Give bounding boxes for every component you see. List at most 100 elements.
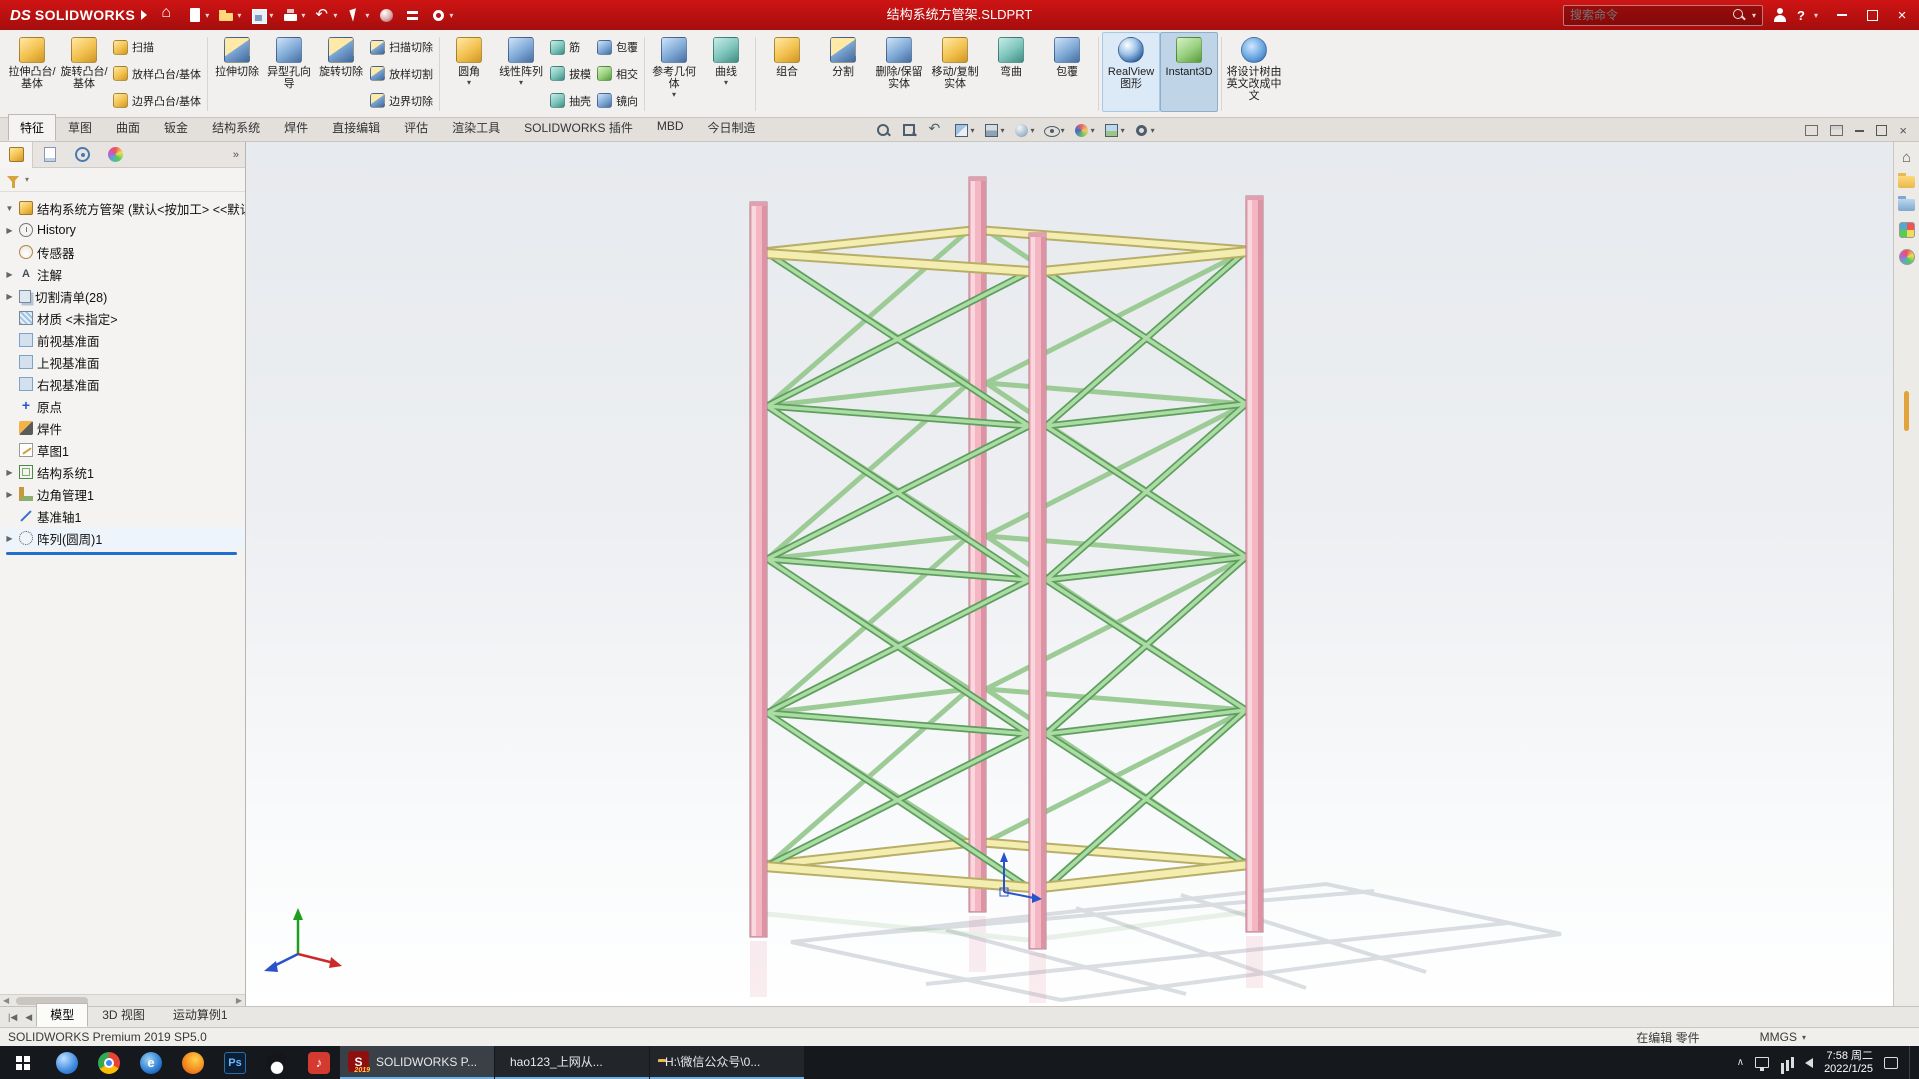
panel-overflow-icon[interactable]: » bbox=[233, 149, 245, 161]
expand-icon[interactable]: ▶ bbox=[4, 292, 15, 301]
ribbon-button[interactable]: 镜向 bbox=[597, 93, 638, 109]
ribbon-button[interactable]: 拔模 bbox=[550, 66, 591, 82]
rollback-bar[interactable] bbox=[6, 552, 237, 555]
network-tray-icon[interactable] bbox=[1780, 1057, 1795, 1068]
save-button[interactable]: ▾ bbox=[247, 3, 276, 27]
units-selector[interactable]: MMGS ▾ bbox=[1760, 1030, 1806, 1044]
ribbon-button[interactable]: 组合 bbox=[759, 32, 815, 112]
commandmanager-tab[interactable]: 今日制造 bbox=[696, 114, 768, 141]
expand-icon[interactable]: ▶ bbox=[4, 490, 15, 499]
view-toolbar-button[interactable] bbox=[899, 122, 921, 139]
start-button[interactable] bbox=[0, 1046, 46, 1079]
volume-tray-icon[interactable] bbox=[1805, 1057, 1814, 1068]
expand-icon[interactable]: ▶ bbox=[4, 270, 15, 279]
view-toolbar-button[interactable]: ▾ bbox=[951, 122, 977, 139]
taskbar-window-button[interactable]: hao123_上网从... bbox=[495, 1046, 649, 1079]
taskpane-scroll-indicator[interactable] bbox=[1904, 391, 1909, 431]
float-window-icon[interactable] bbox=[1805, 125, 1819, 136]
ribbon-button[interactable]: 边界切除 bbox=[370, 93, 433, 109]
user-account-icon[interactable] bbox=[1772, 7, 1788, 23]
ribbon-button[interactable]: 放样凸台/基体 bbox=[113, 66, 201, 82]
ribbon-button[interactable]: 包覆 bbox=[1039, 32, 1095, 112]
menu-expand-icon[interactable] bbox=[141, 10, 148, 20]
commandmanager-tab[interactable]: 焊件 bbox=[272, 114, 320, 141]
tree-item[interactable]: 材质 <未指定> bbox=[2, 307, 245, 329]
commandmanager-tab[interactable]: 特征 bbox=[8, 114, 57, 141]
file-explorer-icon[interactable] bbox=[1898, 196, 1915, 211]
restore-doc-icon[interactable] bbox=[1876, 125, 1887, 136]
ribbon-button[interactable]: 包覆 bbox=[597, 39, 638, 55]
design-library-icon[interactable] bbox=[1898, 173, 1915, 188]
tree-item[interactable]: 焊件 bbox=[2, 417, 245, 439]
taskbar-window-button[interactable]: S 2019 SOLIDWORKS P... bbox=[340, 1046, 494, 1079]
tab-property-manager[interactable] bbox=[33, 142, 66, 168]
taskbar-window-button[interactable]: H:\微信公众号\0... bbox=[650, 1046, 804, 1079]
appearances-scenes-icon[interactable] bbox=[1898, 249, 1915, 265]
chevron-down-icon[interactable]: ▾ bbox=[1061, 126, 1065, 135]
commandmanager-tab[interactable]: 渲染工具 bbox=[440, 114, 512, 141]
tree-item[interactable]: 右视基准面 bbox=[2, 373, 245, 395]
view-palette-icon[interactable] bbox=[1898, 222, 1915, 238]
ribbon-button[interactable]: 拉伸切除 bbox=[211, 32, 263, 112]
taskbar-clock[interactable]: 7:58 周二 2022/1/25 bbox=[1824, 1050, 1873, 1076]
commandmanager-tab[interactable]: 草图 bbox=[56, 114, 104, 141]
taskbar-app-qq[interactable] bbox=[256, 1046, 298, 1079]
tree-item[interactable]: 原点 bbox=[2, 395, 245, 417]
commandmanager-tab[interactable]: 直接编辑 bbox=[320, 114, 392, 141]
ribbon-button[interactable]: 相交 bbox=[597, 66, 638, 82]
ribbon-button[interactable]: RealView图形 bbox=[1102, 32, 1161, 112]
solidworks-resources-icon[interactable]: ⌂ bbox=[1902, 150, 1911, 165]
expand-icon[interactable]: ▼ bbox=[4, 204, 15, 213]
home-button[interactable] bbox=[157, 3, 180, 27]
maximize-button[interactable] bbox=[1857, 0, 1887, 30]
model-3d-view[interactable] bbox=[246, 142, 1893, 1006]
display-tray-icon[interactable] bbox=[1755, 1057, 1770, 1071]
view-toolbar-button[interactable] bbox=[925, 120, 947, 139]
chevron-down-icon[interactable]: ▾ bbox=[1121, 126, 1125, 135]
ribbon-button[interactable]: 分割 bbox=[815, 32, 871, 112]
new-document-button[interactable]: ▾ bbox=[183, 3, 212, 27]
show-desktop-button[interactable] bbox=[1909, 1046, 1915, 1079]
taskbar-app-firefox[interactable] bbox=[172, 1046, 214, 1079]
ribbon-button[interactable]: 线性阵列 ▾ bbox=[495, 32, 547, 112]
view-toolbar-button[interactable]: ▾ bbox=[1041, 122, 1067, 139]
taskbar-app-photoshop[interactable]: Ps bbox=[214, 1046, 256, 1079]
view-toolbar-button[interactable]: ▾ bbox=[1131, 122, 1157, 139]
expand-icon[interactable]: ▶ bbox=[4, 226, 15, 235]
document-tab[interactable]: 模型 bbox=[36, 1003, 89, 1027]
ribbon-button[interactable]: 弯曲 bbox=[983, 32, 1039, 112]
document-tab[interactable]: 3D 视图 bbox=[88, 1003, 159, 1027]
ribbon-button[interactable]: 曲线 ▾ bbox=[700, 32, 752, 112]
commandmanager-tab[interactable]: 结构系统 bbox=[200, 114, 272, 141]
render-sphere-button[interactable] bbox=[375, 3, 398, 27]
commandmanager-tab[interactable]: MBD bbox=[645, 114, 696, 141]
tree-item[interactable]: 草图1 bbox=[2, 439, 245, 461]
chevron-down-icon[interactable]: ▾ bbox=[1091, 126, 1095, 135]
select-button[interactable]: ▾ bbox=[343, 3, 372, 27]
graphics-viewport[interactable] bbox=[246, 142, 1893, 1006]
print-button[interactable]: ▾ bbox=[279, 3, 308, 27]
view-toolbar-button[interactable]: ▾ bbox=[981, 122, 1007, 139]
file-properties-button[interactable] bbox=[401, 3, 424, 27]
commandmanager-tab[interactable]: 钣金 bbox=[152, 114, 200, 141]
chevron-down-icon[interactable]: ▾ bbox=[1752, 11, 1756, 20]
tile-window-icon[interactable] bbox=[1830, 125, 1844, 136]
chevron-down-icon[interactable]: ▾ bbox=[1001, 126, 1005, 135]
tab-feature-manager[interactable] bbox=[0, 141, 33, 168]
filter-funnel-icon[interactable] bbox=[7, 176, 19, 188]
commandmanager-tab[interactable]: 曲面 bbox=[104, 114, 152, 141]
tree-item[interactable]: ▶ History bbox=[2, 219, 245, 241]
commandmanager-tab[interactable]: SOLIDWORKS 插件 bbox=[512, 114, 645, 141]
commandmanager-tab[interactable]: 评估 bbox=[392, 114, 440, 141]
ribbon-button[interactable]: 筋 bbox=[550, 39, 591, 55]
chevron-down-icon[interactable]: ▾ bbox=[25, 175, 29, 184]
search-input[interactable] bbox=[1570, 8, 1728, 22]
ribbon-button[interactable]: Instant3D bbox=[1160, 32, 1219, 112]
command-search[interactable]: ▾ bbox=[1563, 4, 1764, 26]
taskbar-app-edge[interactable]: e bbox=[130, 1046, 172, 1079]
taskbar-app-chrome[interactable] bbox=[88, 1046, 130, 1079]
ribbon-button[interactable]: 扫描切除 bbox=[370, 39, 433, 55]
ribbon-button[interactable]: 异型孔向导 bbox=[263, 32, 315, 112]
ribbon-button[interactable]: 旋转凸台/基体 bbox=[58, 32, 110, 112]
ribbon-button[interactable]: 旋转切除 bbox=[315, 32, 367, 112]
